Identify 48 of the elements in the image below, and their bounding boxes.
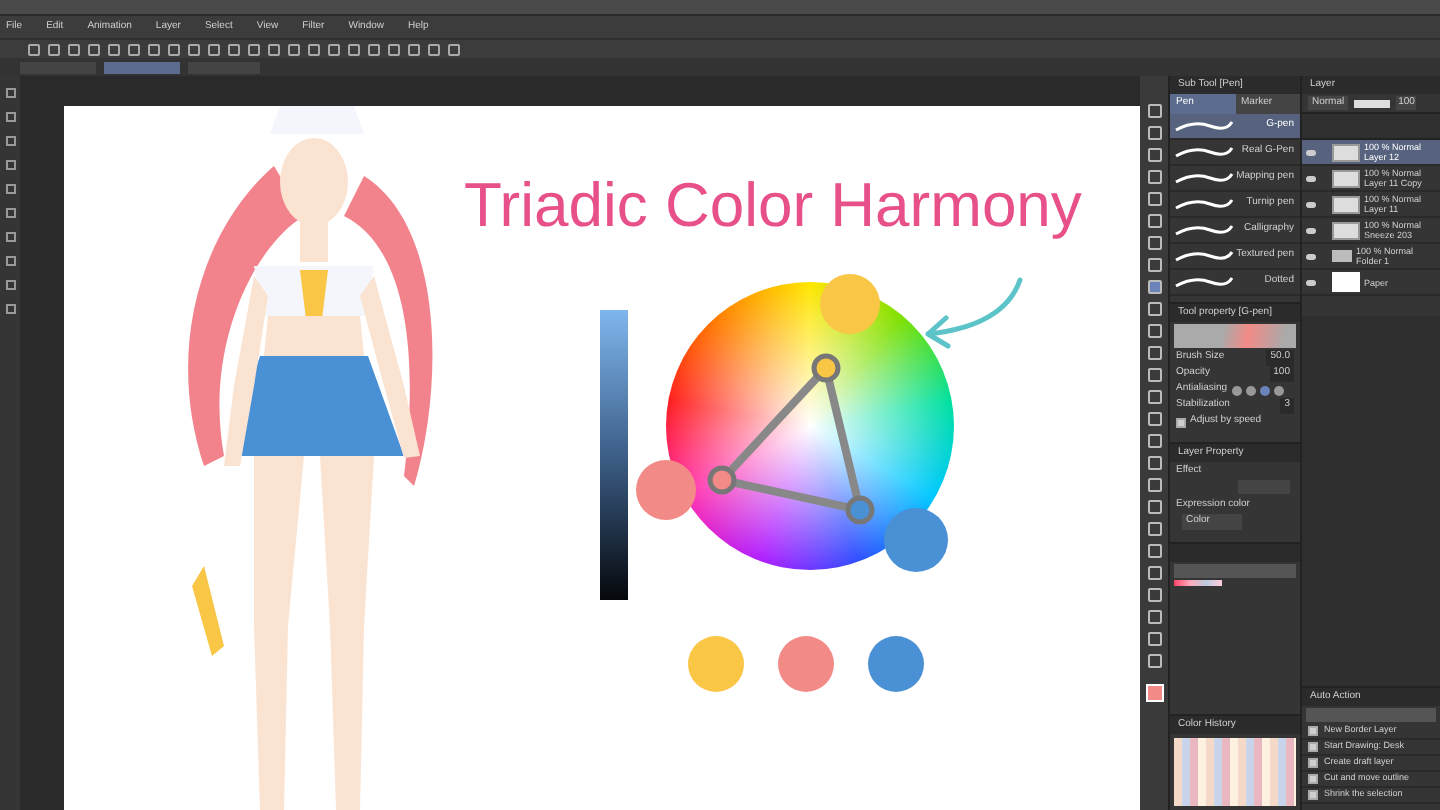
stroke-preview-icon — [1175, 121, 1234, 132]
stroke-preview-icon — [1175, 225, 1234, 236]
eye-icon[interactable] — [1306, 253, 1316, 259]
checkbox[interactable] — [1308, 774, 1318, 784]
layer-thumbnail — [1332, 143, 1360, 161]
eye-icon[interactable] — [1306, 279, 1316, 285]
eye-icon[interactable] — [1306, 227, 1316, 233]
color-history-grid[interactable] — [1174, 738, 1296, 806]
checkbox[interactable] — [1308, 790, 1318, 800]
eye-icon[interactable] — [1306, 149, 1316, 155]
stroke-preview-icon — [1175, 173, 1234, 184]
stroke-preview-icon — [1175, 199, 1234, 210]
canvas-title: Triadic Color Harmony — [464, 168, 1082, 244]
main-color-swatch[interactable] — [1145, 684, 1163, 702]
color-swatch-row[interactable] — [1174, 580, 1222, 586]
eye-icon[interactable] — [1306, 175, 1316, 181]
checkbox[interactable] — [1308, 758, 1318, 768]
tool-icon[interactable] — [5, 280, 15, 290]
stroke-preview-icon — [1175, 277, 1234, 288]
tool-icon[interactable] — [5, 88, 15, 98]
layer-thumbnail — [1332, 221, 1360, 239]
dropdown[interactable] — [104, 61, 180, 73]
canvas[interactable]: Triadic Color Harmony — [64, 106, 1140, 810]
layer-thumbnail — [1332, 169, 1360, 187]
checkbox[interactable] — [1308, 726, 1318, 736]
checkbox[interactable] — [1308, 742, 1318, 752]
tool-icon[interactable] — [5, 160, 15, 170]
stroke-preview-icon — [1175, 147, 1234, 158]
value-gradient-bar[interactable] — [600, 310, 628, 600]
tool-icon[interactable] — [5, 208, 15, 218]
color-picker-handle[interactable] — [811, 353, 841, 383]
tool-icon[interactable] — [5, 184, 15, 194]
folder-icon — [1332, 250, 1352, 262]
paper-thumbnail — [1332, 272, 1360, 292]
color-picker-handle[interactable] — [845, 495, 875, 525]
tool-icon[interactable] — [5, 304, 15, 314]
layer-thumbnail — [1332, 195, 1360, 213]
tool-icon[interactable] — [5, 136, 15, 146]
color-picker-handle[interactable] — [707, 465, 737, 495]
brush-preview — [1174, 324, 1296, 348]
checkbox[interactable] — [1176, 417, 1186, 427]
opacity-slider[interactable] — [1354, 99, 1391, 107]
tool-icon[interactable] — [5, 112, 15, 122]
tool-icon[interactable] — [5, 256, 15, 266]
eye-icon[interactable] — [1306, 201, 1316, 207]
tool-icon[interactable] — [5, 232, 15, 242]
stroke-preview-icon — [1175, 251, 1234, 262]
arrow-drawing — [925, 277, 1023, 349]
